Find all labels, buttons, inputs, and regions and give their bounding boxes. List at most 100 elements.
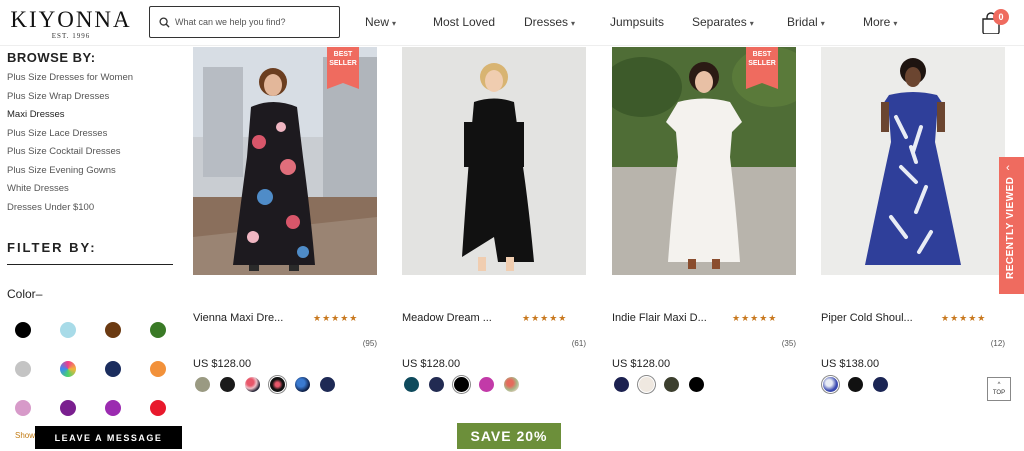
product-name[interactable]: Vienna Maxi Dre... [193, 312, 283, 324]
site-header: KIYONNA EST. 1996 New▾ Most Loved Dresse… [0, 0, 1024, 46]
best-seller-line1: BEST [333, 51, 353, 58]
collapse-icon: – [35, 287, 43, 301]
product-price: US $128.00 [612, 358, 671, 370]
back-to-top-button[interactable]: ^ TOP [987, 377, 1011, 401]
show-more-link[interactable]: Show [15, 431, 35, 440]
recently-viewed-label: RECENTLY VIEWED [1005, 176, 1016, 279]
browse-link[interactable]: Plus Size Dresses for Women [7, 69, 177, 88]
product-color-swatch[interactable] [873, 377, 888, 392]
nav-new-label: New [365, 15, 390, 29]
product-price: US $138.00 [821, 358, 880, 370]
browse-link[interactable]: Plus Size Wrap Dresses [7, 88, 177, 107]
chevron-down-icon: ▾ [571, 19, 576, 28]
chevron-up-icon: ‹ [1006, 162, 1010, 174]
color-swatch-black[interactable] [15, 322, 31, 338]
color-filter-label: Color [7, 287, 36, 301]
color-swatch-gray[interactable] [15, 361, 31, 377]
search-box[interactable] [149, 6, 340, 38]
best-seller-line1: BEST [752, 51, 772, 58]
product-color-swatch[interactable] [689, 377, 704, 392]
nav-separates-label: Separates [692, 15, 747, 29]
product-color-swatch-selected[interactable] [639, 377, 654, 392]
recently-viewed-tab[interactable]: ‹ RECENTLY VIEWED [999, 157, 1024, 294]
best-seller-badge: BEST SELLER [327, 47, 359, 89]
nav-more[interactable]: More ▾ [863, 15, 897, 29]
logo-est: EST. 1996 [51, 32, 91, 40]
color-swatch-orange[interactable] [150, 361, 166, 377]
nav-new[interactable]: New ▾ [365, 15, 396, 29]
product-color-swatch[interactable] [195, 377, 210, 392]
product-color-swatch-selected[interactable] [823, 377, 838, 392]
promo-banner[interactable]: SAVE 20% [457, 423, 561, 449]
color-swatch-pink[interactable] [15, 400, 31, 416]
browse-link[interactable]: Plus Size Cocktail Dresses [7, 143, 177, 162]
best-seller-line2: SELLER [329, 60, 357, 67]
cart-count-badge: 0 [993, 9, 1009, 25]
color-swatch-brown[interactable] [105, 322, 121, 338]
nav-dresses-label: Dresses [524, 15, 569, 29]
product-name[interactable]: Piper Cold Shoul... [821, 312, 913, 324]
chevron-down-icon: ▾ [820, 19, 825, 28]
review-count[interactable]: (95) [363, 339, 377, 348]
filter-divider [7, 264, 173, 265]
leave-message-button[interactable]: LEAVE A MESSAGE [35, 426, 182, 449]
star-rating: ★★★★★ [941, 313, 987, 323]
kiyonna-logo[interactable]: KIYONNA EST. 1996 [10, 7, 132, 41]
review-count[interactable]: (12) [991, 339, 1005, 348]
browse-link[interactable]: Plus Size Evening Gowns [7, 162, 177, 181]
star-rating: ★★★★★ [732, 313, 778, 323]
chevron-up-icon: ^ [997, 382, 1001, 388]
search-input[interactable] [175, 17, 335, 27]
color-swatch-violet[interactable] [105, 400, 121, 416]
nav-jumpsuits[interactable]: Jumpsuits [610, 15, 664, 29]
color-swatch-navy[interactable] [105, 361, 121, 377]
product-name[interactable]: Indie Flair Maxi D... [612, 312, 707, 324]
product-color-swatch-selected[interactable] [454, 377, 469, 392]
filter-title: FILTER BY: [7, 240, 97, 255]
browse-link[interactable]: White Dresses [7, 180, 177, 199]
search-icon[interactable] [159, 16, 170, 28]
product-color-swatch[interactable] [479, 377, 494, 392]
color-swatch-multicolor[interactable] [60, 361, 76, 377]
chevron-down-icon: ▾ [392, 19, 397, 28]
nav-dresses[interactable]: Dresses ▾ [524, 15, 575, 29]
nav-jumpsuits-label: Jumpsuits [610, 15, 665, 29]
logo-name: KIYONNA [10, 7, 132, 32]
star-rating: ★★★★★ [313, 313, 359, 323]
star-rating: ★★★★★ [522, 313, 568, 323]
browse-link-active[interactable]: Maxi Dresses [7, 106, 177, 125]
best-seller-badge: BEST SELLER [746, 47, 778, 89]
color-swatch-purple[interactable] [60, 400, 76, 416]
nav-bridal[interactable]: Bridal ▾ [787, 15, 825, 29]
browse-sidebar: BROWSE BY: Plus Size Dresses for Women P… [7, 50, 177, 217]
product-image[interactable] [402, 47, 586, 275]
color-swatch-red[interactable] [150, 400, 166, 416]
color-swatch-green[interactable] [150, 322, 166, 338]
review-count[interactable]: (61) [572, 339, 586, 348]
product-color-swatch[interactable] [504, 377, 519, 392]
chevron-down-icon: ▾ [893, 19, 898, 28]
color-swatch-light-blue[interactable] [60, 322, 76, 338]
top-label: TOP [992, 390, 1006, 396]
product-color-swatch-selected[interactable] [270, 377, 285, 392]
product-color-swatch[interactable] [404, 377, 419, 392]
product-color-swatch[interactable] [320, 377, 335, 392]
product-color-swatch[interactable] [245, 377, 260, 392]
browse-link[interactable]: Dresses Under $100 [7, 199, 177, 218]
product-color-swatch[interactable] [664, 377, 679, 392]
browse-list: Plus Size Dresses for Women Plus Size Wr… [7, 69, 177, 217]
browse-link[interactable]: Plus Size Lace Dresses [7, 125, 177, 144]
review-count[interactable]: (35) [782, 339, 796, 348]
product-price: US $128.00 [402, 358, 461, 370]
product-image[interactable] [821, 47, 1005, 275]
product-color-swatch[interactable] [295, 377, 310, 392]
product-color-swatch[interactable] [220, 377, 235, 392]
product-color-swatch[interactable] [848, 377, 863, 392]
product-color-swatch[interactable] [429, 377, 444, 392]
nav-separates[interactable]: Separates ▾ [692, 15, 754, 29]
product-color-swatch[interactable] [614, 377, 629, 392]
color-filter-toggle[interactable]: Color– [7, 287, 42, 301]
product-name[interactable]: Meadow Dream ... [402, 312, 492, 324]
nav-most-loved[interactable]: Most Loved [433, 15, 495, 29]
browse-title: BROWSE BY: [7, 50, 96, 65]
